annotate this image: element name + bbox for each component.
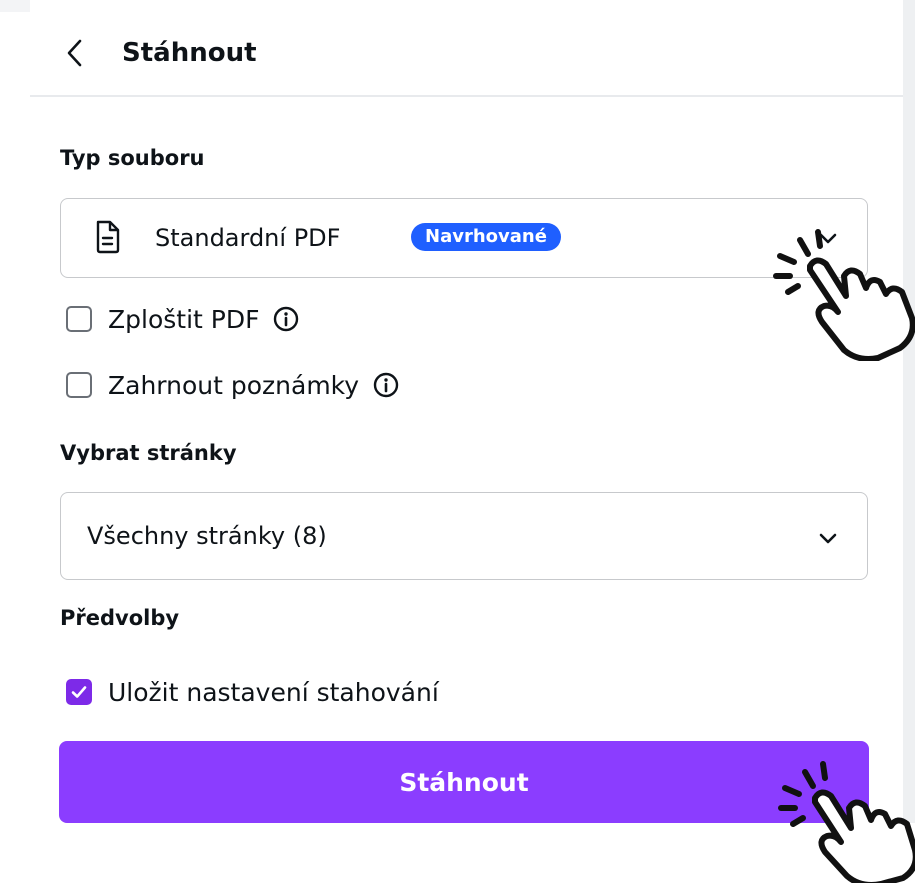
info-icon[interactable] [273, 306, 299, 332]
page-title: Stáhnout [122, 38, 257, 68]
flatten-pdf-checkbox[interactable] [66, 306, 92, 332]
back-button[interactable] [60, 38, 90, 68]
save-settings-checkbox[interactable] [66, 679, 92, 705]
presets-label: Předvolby [60, 606, 180, 630]
download-button[interactable]: Stáhnout [59, 741, 869, 823]
select-pages-label: Vybrat stránky [60, 441, 237, 465]
document-icon [96, 220, 120, 254]
file-type-value: Standardní PDF [155, 224, 341, 252]
recommended-badge: Navrhované [411, 223, 561, 251]
file-type-select[interactable]: Standardní PDF Navrhované [60, 198, 868, 278]
pointer-hand-icon [778, 761, 915, 883]
pointer-hand-icon [773, 229, 915, 361]
pages-select[interactable]: Všechny stránky (8) [60, 492, 868, 580]
download-panel: Stáhnout Typ souboru Standardní PDF Navr… [30, 0, 903, 823]
chevron-left-icon [67, 39, 82, 67]
chevron-down-icon [819, 533, 837, 544]
flatten-pdf-label: Zploštit PDF [108, 304, 260, 334]
checkmark-icon [71, 686, 87, 698]
panel-header: Stáhnout [30, 12, 903, 97]
flatten-pdf-option[interactable]: Zploštit PDF [66, 303, 299, 335]
panel-scroll-edge [903, 0, 915, 823]
file-type-label: Typ souboru [60, 146, 205, 170]
include-notes-checkbox[interactable] [66, 372, 92, 398]
include-notes-label: Zahrnout poznámky [108, 370, 360, 400]
save-settings-label: Uložit nastavení stahování [108, 677, 439, 707]
save-settings-option[interactable]: Uložit nastavení stahování [66, 676, 439, 708]
include-notes-option[interactable]: Zahrnout poznámky [66, 369, 399, 401]
info-icon[interactable] [373, 372, 399, 398]
pages-value: Všechny stránky (8) [87, 522, 327, 550]
